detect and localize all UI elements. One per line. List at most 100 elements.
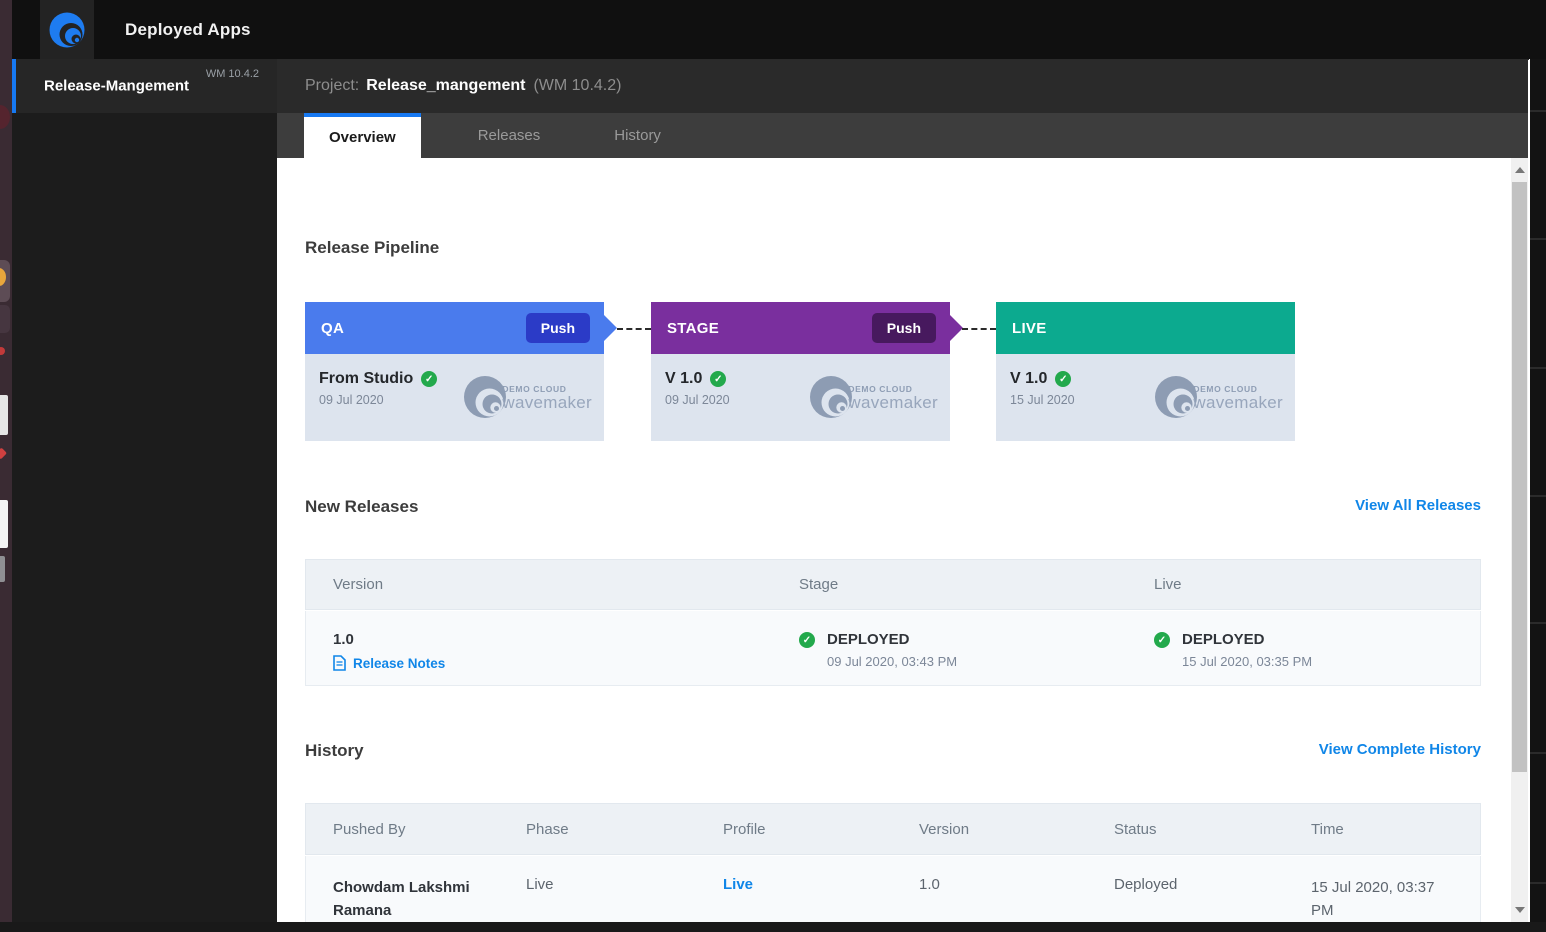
history-table-row: Chowdam Lakshmi Ramana Live Live 1.0 Dep… xyxy=(305,856,1481,922)
stage-status-cell: ✓ DEPLOYED 09 Jul 2020, 03:43 PM xyxy=(799,631,957,669)
stage-push-button[interactable]: Push xyxy=(872,313,936,343)
stage-stage-body: V 1.0 ✓ 09 Jul 2020 xyxy=(651,354,950,441)
tab-bar: Overview Releases History xyxy=(277,113,1529,158)
column-header-status: Status xyxy=(1114,821,1157,838)
release-version-cell: 1.0 Release Notes xyxy=(333,631,445,671)
panel-edge-divider xyxy=(1528,60,1530,922)
new-releases-table-row: 1.0 Release Notes ✓ xyxy=(305,611,1481,686)
stage-stage-header: STAGE Push xyxy=(651,302,950,354)
os-dock-strip xyxy=(0,0,12,932)
release-notes-link[interactable]: Release Notes xyxy=(333,655,445,671)
right-edge-panel xyxy=(1530,59,1546,922)
release-pipeline: QA Push From Studio ✓ 09 Jul 2020 xyxy=(305,302,1481,441)
sidebar-project-version: WM 10.4.2 xyxy=(206,68,259,80)
history-version: 1.0 xyxy=(919,876,940,893)
vertical-scrollbar[interactable] xyxy=(1511,158,1528,922)
release-notes-label: Release Notes xyxy=(353,656,445,671)
demo-cloud-logo: DEMO CLOUD wavemaker xyxy=(808,374,938,420)
new-releases-heading: New Releases xyxy=(305,497,418,517)
chevron-up-icon xyxy=(1515,167,1525,173)
overview-content: Release Pipeline QA Push From Studio ✓ xyxy=(277,158,1511,922)
dock-icon-fragment[interactable] xyxy=(0,556,5,582)
view-complete-history-link[interactable]: View Complete History xyxy=(1319,741,1481,758)
divider xyxy=(1530,752,1546,754)
sidebar-item-release-management[interactable]: Release-Mangement WM 10.4.2 xyxy=(12,59,277,113)
history-pushed-by: Chowdam Lakshmi Ramana xyxy=(333,876,498,922)
scroll-down-button[interactable] xyxy=(1511,900,1528,920)
dock-icon-fragment[interactable] xyxy=(0,395,8,435)
history-table: Pushed By Phase Profile Version Status T… xyxy=(305,803,1481,922)
tab-overview[interactable]: Overview xyxy=(304,113,421,158)
scrollbar-thumb[interactable] xyxy=(1512,182,1527,772)
project-label: Project: xyxy=(305,77,359,95)
release-version: 1.0 xyxy=(333,631,445,648)
live-stage-name: LIVE xyxy=(1012,320,1047,337)
tab-history[interactable]: History xyxy=(589,113,686,158)
stage-status: DEPLOYED xyxy=(827,631,910,648)
history-phase: Live xyxy=(526,876,554,893)
dock-notification-dot xyxy=(0,447,7,459)
qa-stage-name: QA xyxy=(321,320,344,337)
wavemaker-logo-tile[interactable] xyxy=(40,0,94,59)
divider xyxy=(1530,882,1546,884)
demo-cloud-label: DEMO CLOUD xyxy=(848,384,938,394)
wavemaker-label: wavemaker xyxy=(502,394,592,411)
dock-icon-fragment[interactable] xyxy=(0,500,8,548)
column-header-phase: Phase xyxy=(526,821,569,838)
live-stage-header: LIVE xyxy=(996,302,1295,354)
wavemaker-wave-icon xyxy=(49,12,85,48)
pipeline-card-stage: STAGE Push V 1.0 ✓ 09 Jul 2020 xyxy=(651,302,950,441)
success-check-icon: ✓ xyxy=(1055,371,1071,387)
history-profile-link[interactable]: Live xyxy=(723,876,753,893)
column-header-stage: Stage xyxy=(799,576,838,593)
dock-notification-dot xyxy=(0,347,5,355)
divider xyxy=(1530,622,1546,624)
demo-cloud-label: DEMO CLOUD xyxy=(502,384,592,394)
tab-releases[interactable]: Releases xyxy=(453,113,566,158)
project-name: Release_mangement xyxy=(366,77,525,95)
qa-push-button[interactable]: Push xyxy=(526,313,590,343)
divider xyxy=(1530,495,1546,497)
live-deploy-time: 15 Jul 2020, 03:35 PM xyxy=(1182,654,1312,669)
history-status: Deployed xyxy=(1114,876,1177,893)
qa-stage-body: From Studio ✓ 09 Jul 2020 xyxy=(305,354,604,441)
new-releases-table-header: Version Stage Live xyxy=(305,559,1481,610)
new-releases-table: Version Stage Live 1.0 Release xyxy=(305,559,1481,686)
top-bar: Deployed Apps xyxy=(12,0,1546,59)
pipeline-card-live: LIVE V 1.0 ✓ 15 Jul 2020 xyxy=(996,302,1295,441)
history-table-header: Pushed By Phase Profile Version Status T… xyxy=(305,803,1481,855)
chevron-down-icon xyxy=(1515,907,1525,913)
column-header-time: Time xyxy=(1311,821,1344,838)
wavemaker-label: wavemaker xyxy=(1193,394,1283,411)
column-header-profile: Profile xyxy=(723,821,766,838)
wavemaker-label: wavemaker xyxy=(848,394,938,411)
bottom-window-edge xyxy=(0,922,1546,932)
project-version: (WM 10.4.2) xyxy=(533,77,621,95)
qa-arrow-notch xyxy=(604,315,617,341)
success-check-icon: ✓ xyxy=(799,632,815,648)
view-all-releases-link[interactable]: View All Releases xyxy=(1355,497,1481,514)
sidebar-project-name: Release-Mangement xyxy=(44,78,189,95)
divider xyxy=(1530,367,1546,369)
demo-cloud-logo: DEMO CLOUD wavemaker xyxy=(1153,374,1283,420)
history-time: 15 Jul 2020, 03:37 PM xyxy=(1311,876,1461,922)
live-stage-body: V 1.0 ✓ 15 Jul 2020 xyxy=(996,354,1295,441)
project-header: Project: Release_mangement (WM 10.4.2) xyxy=(277,59,1529,113)
scroll-up-button[interactable] xyxy=(1511,160,1528,180)
history-heading: History xyxy=(305,741,364,761)
document-icon xyxy=(333,655,346,671)
dock-icon-fragment[interactable] xyxy=(0,305,10,333)
dock-icon-fragment[interactable] xyxy=(0,105,10,129)
stage-deploy-version: V 1.0 xyxy=(665,370,702,388)
column-header-pushed-by: Pushed By xyxy=(333,821,406,838)
live-status: DEPLOYED xyxy=(1182,631,1265,648)
deployed-apps-screen: Deployed Apps Release-Mangement WM 10.4.… xyxy=(0,0,1546,932)
live-status-cell: ✓ DEPLOYED 15 Jul 2020, 03:35 PM xyxy=(1154,631,1312,669)
demo-cloud-logo: DEMO CLOUD wavemaker xyxy=(462,374,592,420)
divider xyxy=(1530,110,1546,112)
qa-deploy-title: From Studio xyxy=(319,370,413,388)
pipeline-connector xyxy=(617,328,651,330)
stage-stage-name: STAGE xyxy=(667,320,719,337)
projects-sidebar: Release-Mangement WM 10.4.2 xyxy=(12,59,277,922)
success-check-icon: ✓ xyxy=(421,371,437,387)
